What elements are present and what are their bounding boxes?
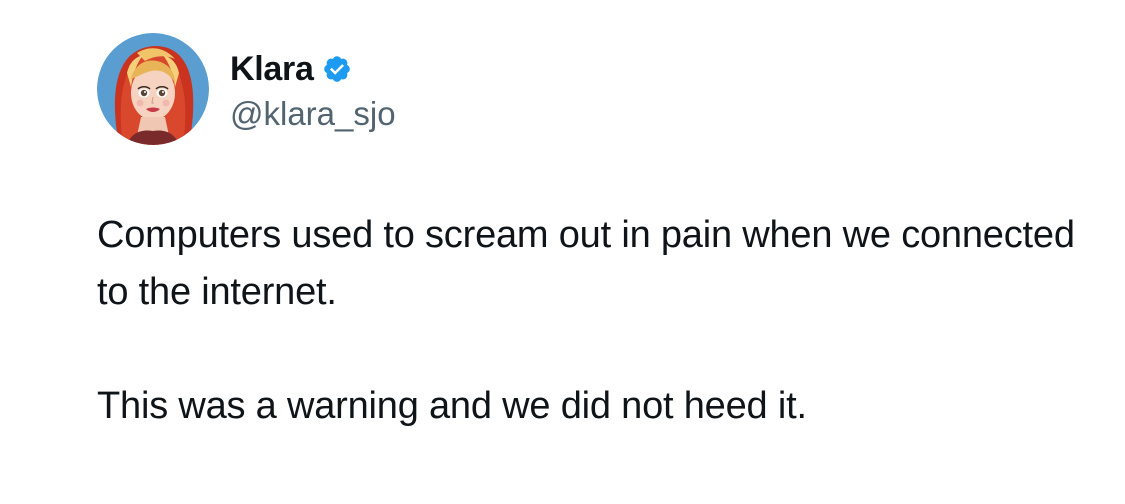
author-identity: Klara @klara_sjo	[230, 45, 396, 133]
author-handle[interactable]: @klara_sjo	[230, 95, 396, 133]
name-row: Klara	[230, 45, 396, 93]
avatar-portrait-icon	[97, 33, 209, 145]
verified-badge-icon	[322, 54, 352, 84]
tweet-paragraph-2: This was a warning and we did not heed i…	[97, 385, 807, 427]
avatar[interactable]	[97, 33, 209, 145]
tweet-paragraph-1: Computers used to scream out in pain whe…	[97, 214, 1075, 313]
tweet-header: Klara @klara_sjo	[97, 33, 396, 145]
display-name[interactable]: Klara	[230, 50, 314, 89]
tweet-text: Computers used to scream out in pain whe…	[97, 207, 1077, 435]
tweet-card: Klara @klara_sjo Computers used to screa…	[0, 0, 1125, 504]
